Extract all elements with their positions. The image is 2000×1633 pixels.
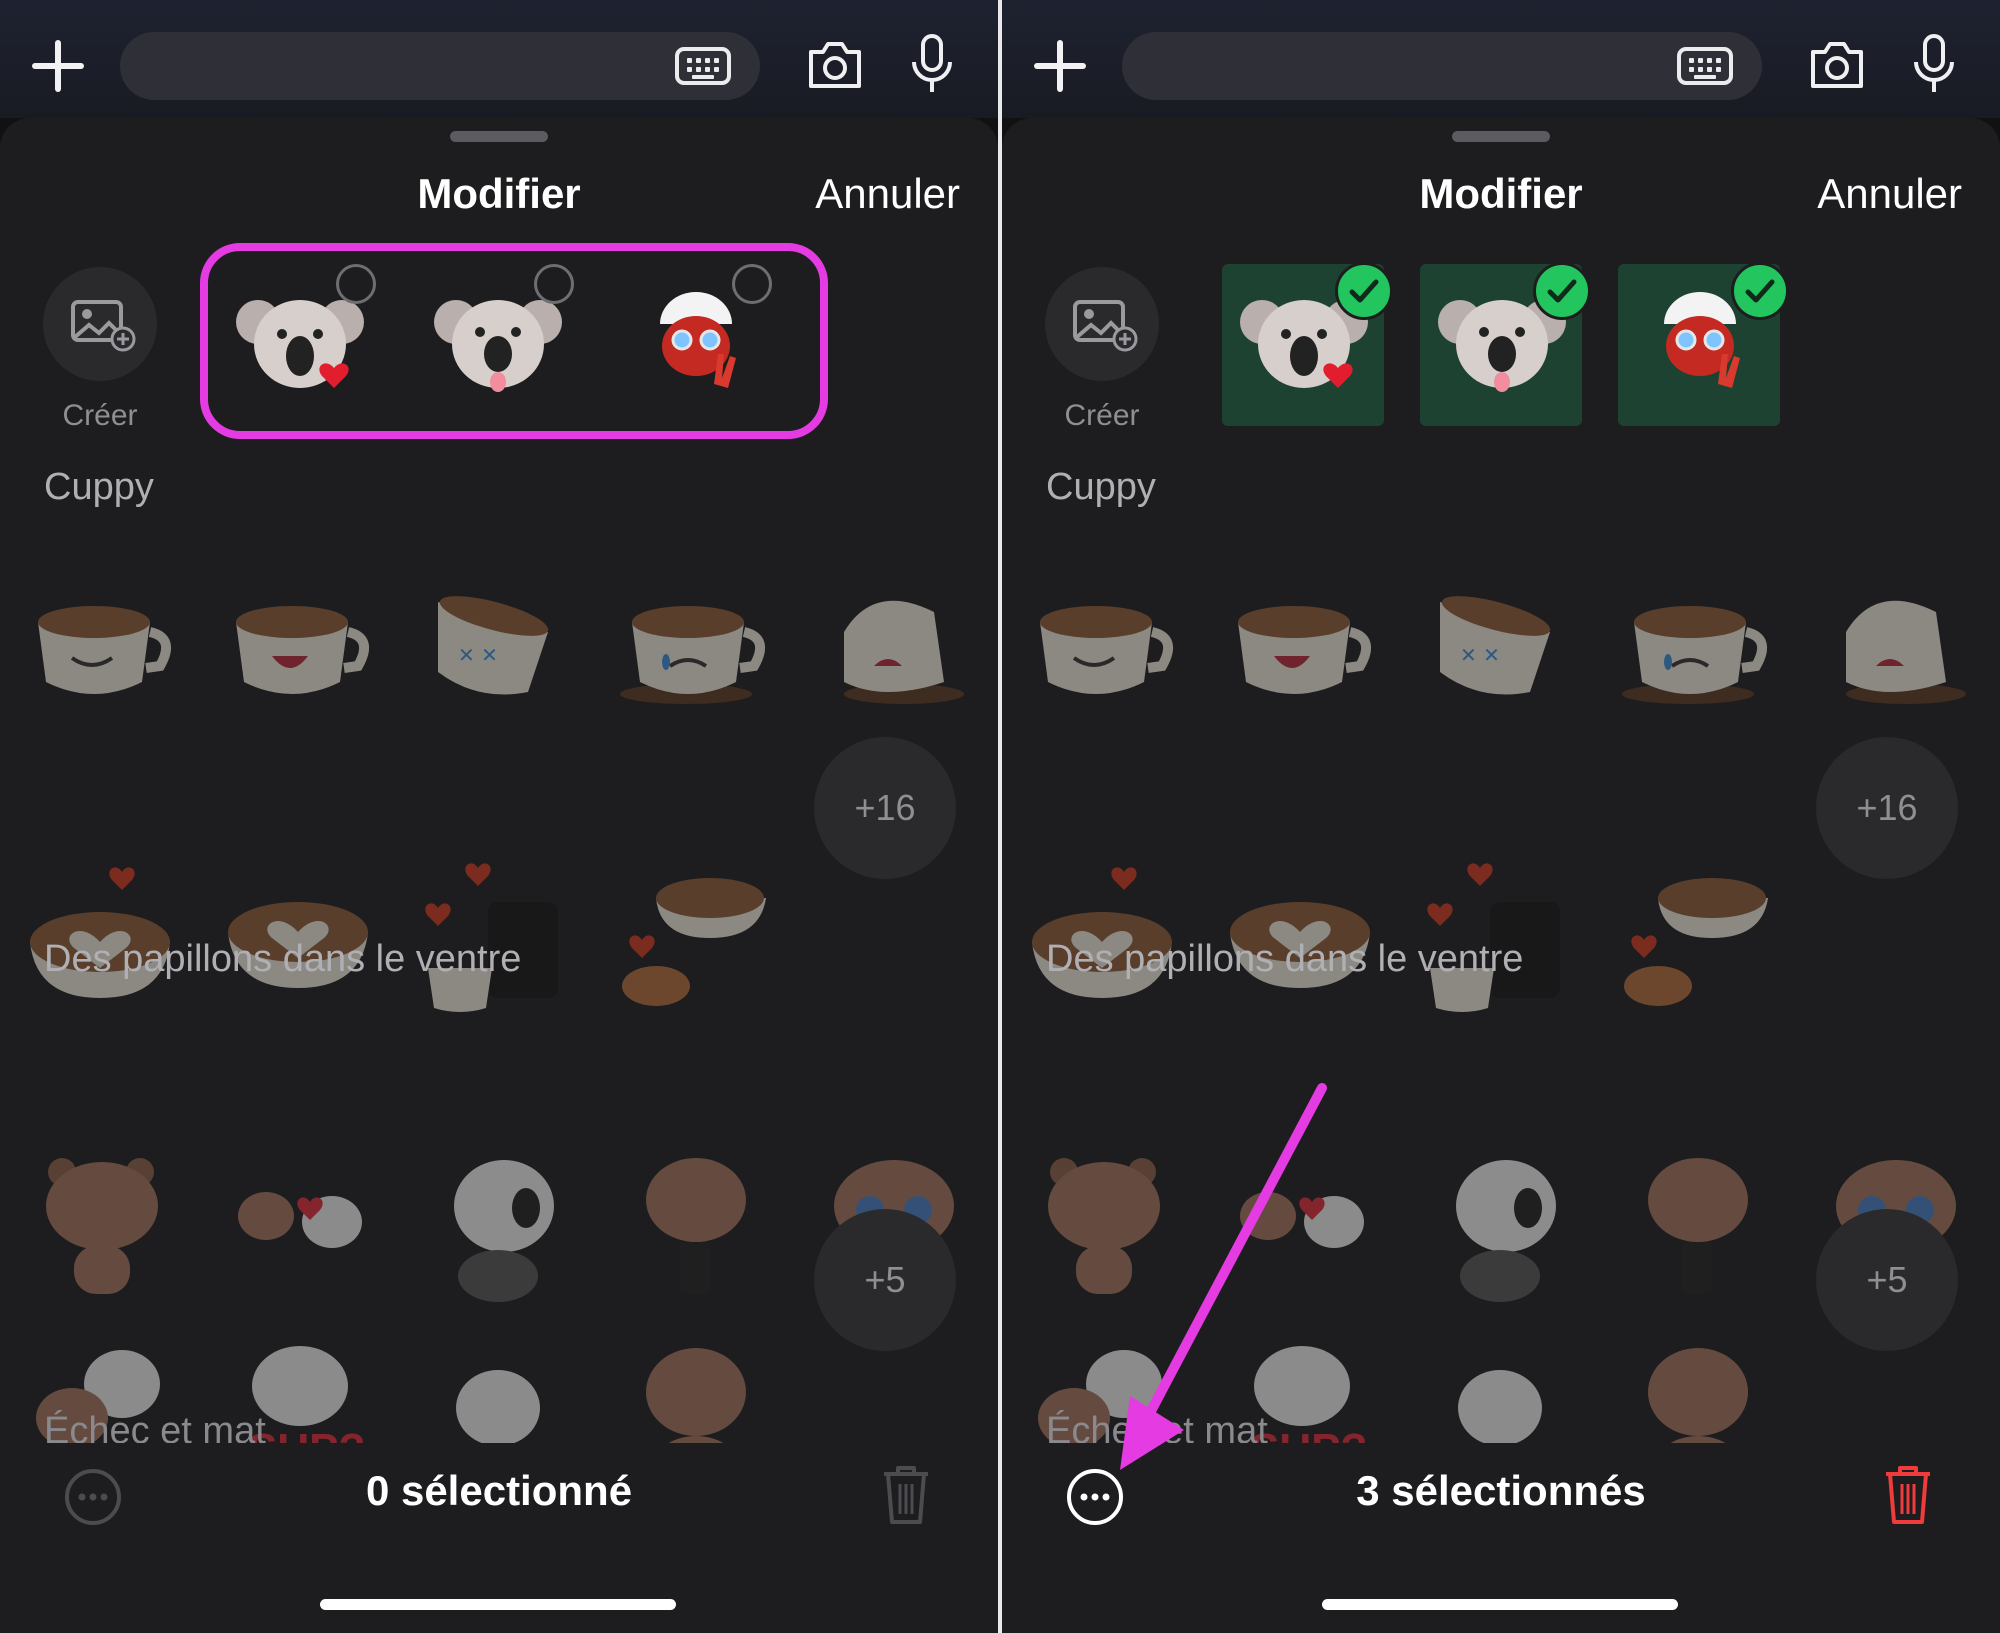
section-title-cuppy: Cuppy: [44, 466, 154, 508]
plus-icon[interactable]: [30, 38, 86, 94]
sticker-cup-crying[interactable]: [616, 562, 776, 722]
home-indicator: [1322, 1599, 1678, 1610]
more-stickers-button[interactable]: +16: [814, 737, 956, 879]
sticker-cup-tipped[interactable]: [814, 562, 974, 722]
cancel-button[interactable]: Annuler: [1817, 170, 1962, 218]
sticker-bear-happy[interactable]: [22, 1146, 182, 1306]
trash-icon[interactable]: [1882, 1464, 1934, 1526]
sticker-bear-panda-kiss[interactable]: [220, 1146, 380, 1306]
camera-icon[interactable]: [805, 40, 865, 90]
more-stickers-button[interactable]: +5: [814, 1209, 956, 1351]
sticker-sheet: Modifier Annuler Créer Cuppy ✕ ✕ +16 Des…: [1002, 118, 2000, 1633]
sticker-cup-dizzy[interactable]: ✕ ✕: [1420, 562, 1580, 722]
sticker-latte-cookie[interactable]: [616, 858, 776, 1018]
more-options-icon[interactable]: [63, 1467, 123, 1527]
create-sticker-icon: [71, 300, 136, 352]
microphone-icon[interactable]: [1912, 34, 1956, 96]
camera-icon[interactable]: [1807, 40, 1867, 90]
sticker-bear-phone[interactable]: [616, 1146, 776, 1306]
create-sticker-button[interactable]: [1045, 267, 1159, 381]
checkmark-icon[interactable]: [1731, 262, 1789, 320]
more-stickers-button[interactable]: +16: [1816, 737, 1958, 879]
chat-input-bar: [0, 0, 998, 118]
sticker-bear-phone[interactable]: [1618, 1146, 1778, 1306]
sticker-cup-tipped[interactable]: [1816, 562, 1976, 722]
sticker-cup-smile[interactable]: [1024, 562, 1184, 722]
annotation-highlight-box: [200, 243, 828, 439]
home-indicator: [320, 1599, 676, 1610]
section-title-cuppy: Cuppy: [1046, 466, 1156, 508]
sticker-cup-smile[interactable]: [22, 562, 182, 722]
trash-icon[interactable]: [880, 1464, 932, 1526]
panel-after: Modifier Annuler Créer Cuppy ✕ ✕ +16 Des…: [1002, 0, 2000, 1633]
sticker-panda-flowers[interactable]: [1420, 1146, 1580, 1306]
sticker-panda-flowers[interactable]: [418, 1146, 578, 1306]
section-title-papillons: Des papillons dans le ventre: [1046, 938, 1524, 980]
panel-before: Modifier Annuler Créer Cuppy ✕ ✕ +16 Des…: [0, 0, 998, 1633]
sticker-cup-laugh[interactable]: [1222, 562, 1382, 722]
message-input[interactable]: [120, 32, 760, 100]
plus-icon[interactable]: [1032, 38, 1088, 94]
selection-count: 0 sélectionné: [365, 1467, 633, 1514]
sheet-grabber[interactable]: [1452, 131, 1550, 142]
keyboard-icon[interactable]: [675, 47, 731, 85]
more-stickers-button[interactable]: +5: [1816, 1209, 1958, 1351]
sheet-grabber[interactable]: [450, 131, 548, 142]
sticker-latte-cookie[interactable]: [1618, 858, 1778, 1018]
microphone-icon[interactable]: [910, 34, 954, 96]
create-sticker-button[interactable]: [43, 267, 157, 381]
section-title-papillons: Des papillons dans le ventre: [44, 938, 522, 980]
annotation-arrow: [1120, 1083, 1327, 1470]
svg-text:✕ ✕: ✕ ✕: [458, 643, 498, 667]
cancel-button[interactable]: Annuler: [815, 170, 960, 218]
checkmark-icon[interactable]: [1335, 262, 1393, 320]
keyboard-icon[interactable]: [1677, 47, 1733, 85]
sticker-sheet: Modifier Annuler Créer Cuppy ✕ ✕ +16 Des…: [0, 118, 998, 1633]
chat-input-bar: [1002, 0, 2000, 118]
sticker-cup-crying[interactable]: [1618, 562, 1778, 722]
sticker-cup-laugh[interactable]: [220, 562, 380, 722]
svg-text:✕ ✕: ✕ ✕: [1460, 643, 1500, 667]
checkmark-icon[interactable]: [1533, 262, 1591, 320]
create-label: Créer: [62, 399, 138, 432]
comparison-screenshot: Modifier Annuler Créer Cuppy ✕ ✕ +16 Des…: [0, 0, 2000, 1633]
create-label: Créer: [1064, 399, 1140, 432]
sticker-cup-dizzy[interactable]: ✕ ✕: [418, 562, 578, 722]
create-sticker-icon: [1073, 300, 1138, 352]
message-input[interactable]: [1122, 32, 1762, 100]
